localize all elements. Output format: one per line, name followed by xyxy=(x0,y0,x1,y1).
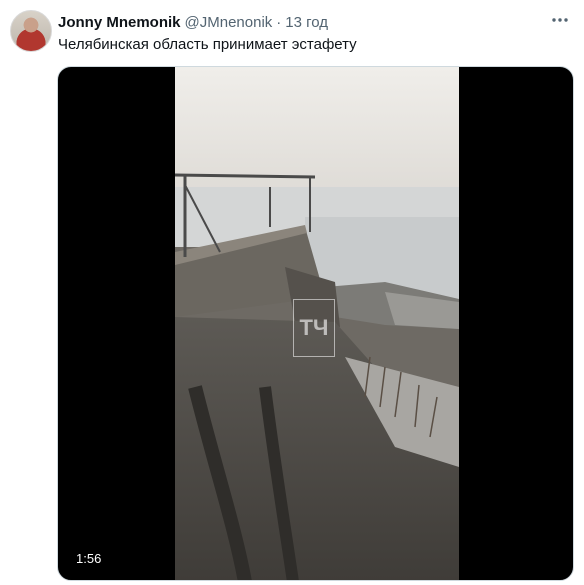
video-duration: 1:56 xyxy=(72,549,106,568)
more-dots-icon[interactable] xyxy=(548,10,572,30)
channel-watermark: ТЧ xyxy=(293,299,335,357)
separator: · xyxy=(276,13,282,31)
video-frame: ТЧ xyxy=(175,67,459,580)
tweet-time[interactable]: 13 год xyxy=(285,14,328,31)
more-dots-icon-svg xyxy=(552,18,568,22)
tweet[interactable]: Jonny Mnemonik @JMnenonik · 13 год Челяб… xyxy=(0,0,584,585)
author-name[interactable]: Jonny Mnemonik xyxy=(58,14,181,31)
avatar[interactable] xyxy=(10,10,52,52)
tweet-text: Челябинская область принимает эстафету xyxy=(58,36,357,53)
author-handle[interactable]: @JMnenonik xyxy=(185,14,273,31)
video-player[interactable]: ТЧ 1:56 xyxy=(57,66,574,581)
tweet-header: Jonny Mnemonik @JMnenonik · 13 год xyxy=(58,12,328,32)
